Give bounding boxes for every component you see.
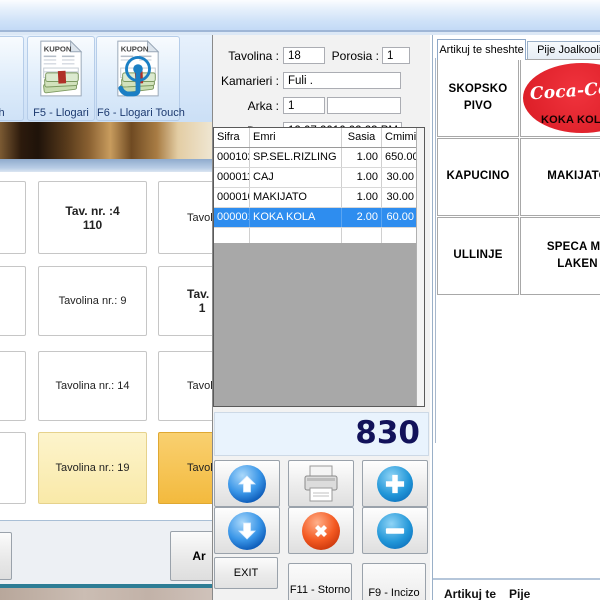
- product-kapucino[interactable]: KAPUCINO: [437, 138, 519, 216]
- order-table-header: Sifra Emri Sasia Cmimi: [214, 128, 424, 148]
- tab-pije-joalkoolike[interactable]: Pije Joalkoolike: [527, 41, 600, 60]
- move-down-button[interactable]: [214, 507, 280, 554]
- tavolina-label: Tavolina :: [213, 49, 279, 63]
- tavolina-field[interactable]: 18: [283, 47, 325, 64]
- product-speca-me-laken[interactable]: SPECA ME LAKEN: [520, 217, 600, 295]
- bottom-button-partial[interactable]: [0, 532, 12, 580]
- minus-icon: [377, 513, 413, 549]
- table-row[interactable]: 000102SP.SEL.RIZLING 1.00650.00: [214, 148, 424, 168]
- desktop-strip: [0, 588, 212, 600]
- table-button-19-occupied[interactable]: Tavolina nr.: 19: [38, 432, 147, 504]
- column-header-sasia[interactable]: Sasia: [342, 128, 382, 147]
- f9-incizo-button[interactable]: F9 - Incizo: [362, 563, 426, 600]
- f11-label: F11 - Storno: [289, 584, 351, 596]
- table-button-label: Tavolina nr.: 14: [56, 380, 130, 392]
- table-button-label: Tav.1: [187, 267, 209, 335]
- exit-button[interactable]: EXIT: [214, 557, 278, 589]
- table-row-empty: [214, 228, 424, 243]
- table-button-label: Tavoli: [187, 352, 215, 420]
- print-button[interactable]: [288, 460, 354, 507]
- porosia-field[interactable]: 1: [382, 47, 410, 64]
- ribbon-button-f6-llogari-touch[interactable]: KUPON F6 -: [96, 36, 180, 121]
- panel-inner-border: [435, 58, 436, 443]
- coca-cola-logo: Coca-Cola KOKA KOLA: [523, 63, 600, 133]
- tab-artikuj-te-sheshte[interactable]: Artikuj te sheshte: [437, 39, 526, 60]
- table-row[interactable]: 000010MAKIJATO 1.0030.00: [214, 188, 424, 208]
- down-arrow-icon: [228, 512, 266, 550]
- table-row[interactable]: 000011CAJ 1.0030.00: [214, 168, 424, 188]
- table-button-4[interactable]: Tav. nr. :4 110: [38, 181, 147, 254]
- table-button-partial[interactable]: [0, 266, 26, 336]
- column-header-cmimi[interactable]: Cmimi: [382, 128, 418, 147]
- plus-icon: [377, 466, 413, 502]
- product-label: MAKIJATO: [547, 168, 600, 185]
- delete-item-button[interactable]: [288, 507, 354, 554]
- order-panel: Tavolina : 18 Porosia : 1 Kamarieri : Fu…: [212, 35, 430, 600]
- pos-window: Touch KUPON: [0, 0, 600, 600]
- ribbon-button-touch-partial[interactable]: Touch: [0, 36, 24, 121]
- bottom-partial-label-artikuj: Artikuj te: [444, 587, 506, 600]
- product-makijato[interactable]: MAKIJATO: [520, 138, 600, 216]
- product-skopsko-pivo[interactable]: SKOPSKO PIVO: [437, 59, 519, 137]
- product-label: SPECA ME LAKEN: [543, 239, 600, 274]
- exit-label: EXIT: [215, 567, 277, 579]
- product-ullinje[interactable]: ULLINJE: [437, 217, 519, 295]
- ribbon-button-label: F6 - Llogari Touch: [97, 107, 179, 119]
- ribbon-toolbar: Touch KUPON: [0, 35, 219, 123]
- column-header-emri[interactable]: Emri: [250, 128, 342, 147]
- order-items-table: Sifra Emri Sasia Cmimi 000102SP.SEL.RIZL…: [213, 127, 425, 407]
- table-button-label: Tavoli: [187, 433, 215, 503]
- move-up-button[interactable]: [214, 460, 280, 507]
- svg-text:KUPON: KUPON: [44, 45, 72, 54]
- arka-field-2[interactable]: [327, 97, 401, 114]
- porosia-label: Porosia :: [331, 49, 379, 63]
- product-koka-kola[interactable]: Coca-Cola KOKA KOLA: [520, 59, 600, 137]
- kupon-invoice-icon: KUPON: [28, 40, 94, 98]
- ribbon-button-f5-llogari[interactable]: KUPON F5 - Llogari: [27, 36, 95, 121]
- cancel-icon: [302, 512, 340, 550]
- arka-field[interactable]: 1: [283, 97, 325, 114]
- product-label: KAPUCINO: [447, 168, 510, 185]
- ribbon-button-label: F5 - Llogari: [28, 107, 94, 119]
- product-label: ULLINJE: [453, 247, 502, 264]
- table-button-sublabel: 110: [83, 218, 102, 232]
- blue-banner-bar: [0, 159, 212, 172]
- coca-cola-logo-text: Coca-Cola: [529, 76, 600, 108]
- table-button-label: Tavolina nr.: 9: [59, 295, 127, 307]
- table-button-label: Tavolina nr.: 19: [56, 462, 130, 474]
- subtract-item-button[interactable]: [362, 507, 428, 554]
- table-button-partial[interactable]: [0, 432, 26, 504]
- table-button-partial[interactable]: [0, 351, 26, 421]
- bottom-partial-label-pije: Pije: [509, 587, 539, 600]
- column-header-sifra[interactable]: Sifra: [214, 128, 250, 147]
- table-button-9[interactable]: Tavolina nr.: 9: [38, 266, 147, 336]
- kamarieri-field[interactable]: Fuli .: [283, 72, 401, 89]
- products-panel: Artikuj te sheshte Pije Joalkoolike SKOP…: [432, 35, 600, 600]
- total-amount: 830: [355, 415, 420, 451]
- bottom-divider: [433, 578, 600, 580]
- arka-label: Arka :: [213, 99, 279, 113]
- wood-banner-image: [0, 122, 212, 159]
- ribbon-button-label: Touch: [0, 107, 23, 119]
- table-button-partial[interactable]: [0, 181, 26, 254]
- window-title-strip: [0, 0, 600, 30]
- total-display: 830: [214, 412, 429, 456]
- product-label: KOKA KOLA: [523, 112, 600, 129]
- table-button-label: Tav. nr. :4: [65, 204, 119, 218]
- up-arrow-icon: [228, 465, 266, 503]
- table-button-14[interactable]: Tavolina nr.: 14: [38, 351, 147, 421]
- table-row-selected[interactable]: 000001KOKA KOLA 2.0060.00: [214, 208, 424, 228]
- add-item-button[interactable]: [362, 460, 428, 507]
- table-scrollbar[interactable]: [416, 128, 424, 406]
- f9-label: F9 - Incizo: [363, 587, 425, 599]
- printer-icon: [301, 465, 341, 503]
- kupon-invoice-icon: KUPON: [97, 40, 179, 98]
- f11-storno-button[interactable]: F11 - Storno: [288, 563, 352, 600]
- kamarieri-label: Kamarieri :: [213, 74, 279, 88]
- bottom-button-label: Ar: [192, 549, 205, 563]
- table-button-label: Tavol: [187, 182, 213, 253]
- svg-text:KUPON: KUPON: [121, 45, 149, 54]
- product-label: SKOPSKO PIVO: [440, 81, 516, 116]
